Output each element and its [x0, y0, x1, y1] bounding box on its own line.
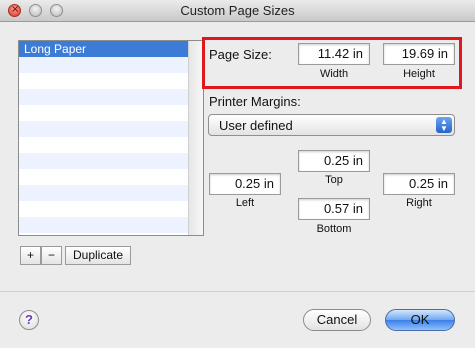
- margins-preset-popup[interactable]: User defined ▲ ▼: [208, 114, 455, 136]
- right-caption: Right: [406, 197, 432, 209]
- list-empty-row: [19, 201, 203, 217]
- printer-margins-label: Printer Margins:: [209, 94, 301, 109]
- list-empty-row: [19, 121, 203, 137]
- page-size-list[interactable]: Long Paper: [18, 40, 204, 236]
- list-item[interactable]: Long Paper: [19, 41, 203, 57]
- list-empty-row: [19, 169, 203, 185]
- list-empty-row: [19, 73, 203, 89]
- list-empty-row: [19, 217, 203, 233]
- height-caption: Height: [403, 68, 435, 80]
- popup-arrows-icon: ▲ ▼: [436, 117, 452, 133]
- height-field[interactable]: 19.69 in: [383, 43, 455, 65]
- list-empty-row: [19, 153, 203, 169]
- cancel-button[interactable]: Cancel: [303, 309, 371, 331]
- left-margin-field[interactable]: 0.25 in: [209, 173, 281, 195]
- width-field[interactable]: 11.42 in: [298, 43, 370, 65]
- left-caption: Left: [235, 197, 255, 209]
- add-page-size-button[interactable]: +: [20, 246, 41, 265]
- list-empty-row: [19, 185, 203, 201]
- bottom-caption: Bottom: [316, 223, 352, 235]
- right-margin-field[interactable]: 0.25 in: [383, 173, 455, 195]
- footer-divider: [0, 291, 475, 292]
- remove-page-size-button[interactable]: −: [41, 246, 62, 265]
- list-empty-row: [19, 105, 203, 121]
- list-scrollbar[interactable]: [188, 41, 203, 235]
- duplicate-button[interactable]: Duplicate: [65, 246, 131, 265]
- title-bar: × Custom Page Sizes: [0, 0, 475, 22]
- help-button[interactable]: ?: [19, 310, 39, 330]
- margins-preset-value: User defined: [219, 118, 293, 133]
- list-empty-row: [19, 89, 203, 105]
- window-title: Custom Page Sizes: [180, 3, 295, 18]
- list-empty-row: [19, 57, 203, 73]
- ok-button[interactable]: OK: [385, 309, 455, 331]
- width-caption: Width: [319, 68, 349, 80]
- page-size-label: Page Size:: [209, 47, 272, 62]
- top-caption: Top: [325, 174, 343, 186]
- list-empty-row: [19, 137, 203, 153]
- bottom-margin-field[interactable]: 0.57 in: [298, 198, 370, 220]
- top-margin-field[interactable]: 0.25 in: [298, 150, 370, 172]
